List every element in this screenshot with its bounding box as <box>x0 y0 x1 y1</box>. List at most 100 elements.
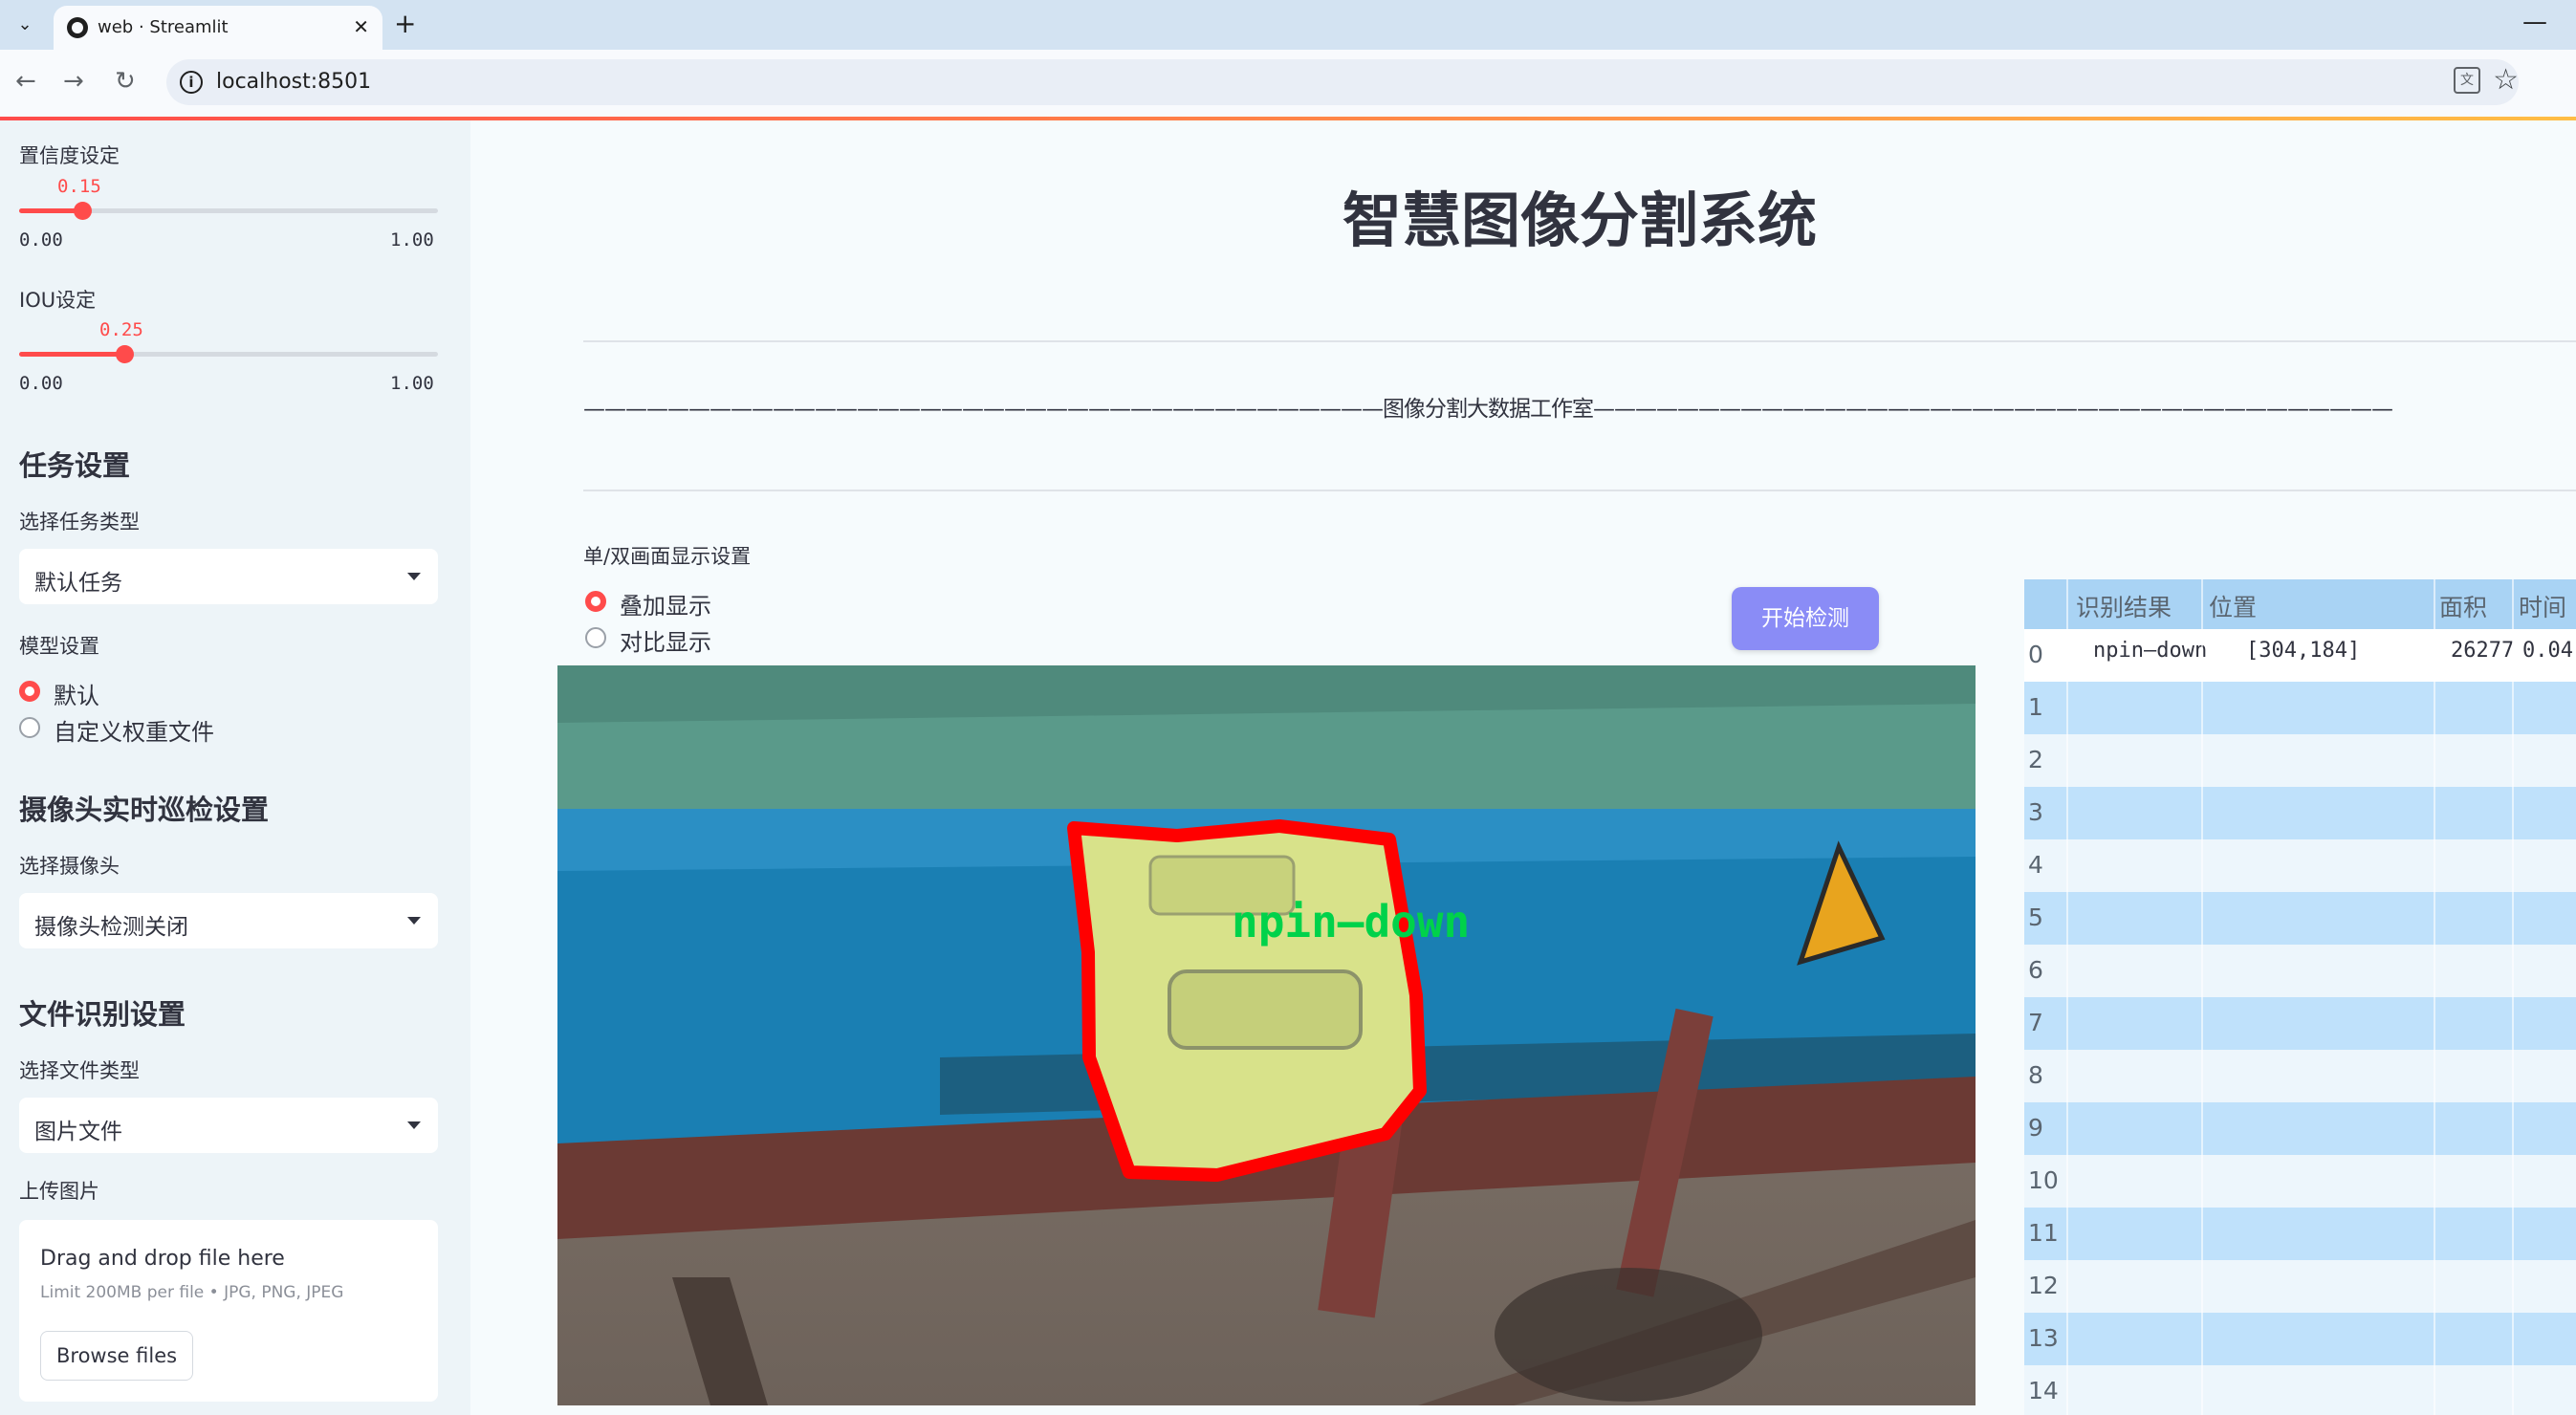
table-row[interactable]: 6 <box>2024 945 2576 997</box>
row-index: 5 <box>2028 903 2043 931</box>
row-index: 6 <box>2028 956 2043 984</box>
table-row[interactable]: 3 <box>2024 787 2576 839</box>
row-index: 1 <box>2028 693 2043 721</box>
model-settings-label: 模型设置 <box>19 635 99 658</box>
browser-toolbar: ← → ↻ i localhost:8501 文 ☆ <box>0 50 2576 117</box>
browser-tab-bar: ⌄ web · Streamlit ✕ + — <box>0 0 2576 50</box>
window-minimize-icon[interactable]: — <box>2522 8 2547 36</box>
row-index: 14 <box>2028 1377 2059 1404</box>
model-option-custom-label: 自定义权重文件 <box>54 719 214 746</box>
table-row[interactable]: 14 <box>2024 1365 2576 1415</box>
site-info-icon[interactable]: i <box>180 71 203 94</box>
iou-slider-thumb[interactable] <box>115 345 134 363</box>
column-separator <box>2066 579 2068 1415</box>
start-detect-button[interactable]: 开始检测 <box>1732 587 1879 650</box>
upload-image-label: 上传图片 <box>19 1180 99 1203</box>
radio-selected-icon[interactable] <box>585 591 606 612</box>
table-row[interactable]: 9 <box>2024 1102 2576 1155</box>
table-row[interactable]: 1 <box>2024 682 2576 734</box>
camera-select[interactable]: 摄像头检测关闭 <box>19 893 438 948</box>
file-settings-header: 文件识别设置 <box>19 998 186 1031</box>
table-row[interactable]: 10 <box>2024 1155 2576 1208</box>
confidence-slider-fill <box>19 208 82 213</box>
table-row[interactable]: 13 <box>2024 1313 2576 1365</box>
iou-value: 0.25 <box>99 319 143 340</box>
file-type-label: 选择文件类型 <box>19 1059 140 1082</box>
row-index: 4 <box>2028 851 2043 879</box>
radio-unselected-icon[interactable] <box>19 717 40 738</box>
table-row[interactable]: 2 <box>2024 734 2576 787</box>
browse-files-button[interactable]: Browse files <box>40 1331 194 1381</box>
confidence-label: 置信度设定 <box>19 144 120 167</box>
display-mode-compare-label: 对比显示 <box>620 629 711 656</box>
train-bogie-photo: npin—down <box>557 665 1976 1405</box>
confidence-slider-thumb[interactable] <box>73 202 92 220</box>
col-header-area[interactable]: 面积 <box>2439 589 2487 623</box>
row-index: 2 <box>2028 746 2043 773</box>
table-row[interactable]: 0 npin—down [304,184] 26277 0.04 <box>2024 629 2576 682</box>
model-option-default-label: 默认 <box>54 683 99 709</box>
dropzone-title: Drag and drop file here <box>40 1247 285 1271</box>
file-dropzone[interactable]: Drag and drop file here Limit 200MB per … <box>19 1220 438 1402</box>
table-row[interactable]: 12 <box>2024 1260 2576 1313</box>
table-header-row: 识别结果 位置 面积 时间 <box>2024 579 2576 629</box>
camera-select-value: 摄像头检测关闭 <box>34 915 188 940</box>
table-row[interactable]: 4 <box>2024 839 2576 892</box>
reload-icon[interactable]: ↻ <box>115 67 136 96</box>
row-index: 9 <box>2028 1114 2043 1142</box>
address-bar[interactable]: i localhost:8501 文 ☆ <box>166 59 2519 105</box>
row-index: 3 <box>2028 798 2043 826</box>
display-mode-overlay-label: 叠加显示 <box>620 593 711 620</box>
column-separator <box>2201 579 2203 1415</box>
table-row[interactable]: 11 <box>2024 1208 2576 1260</box>
chevron-down-icon <box>407 917 421 925</box>
tab-title: web · Streamlit <box>98 17 229 37</box>
table-row[interactable]: 7 <box>2024 997 2576 1050</box>
cell-position: [304,184] <box>2246 639 2361 663</box>
row-index: 8 <box>2028 1061 2043 1089</box>
table-row[interactable]: 5 <box>2024 892 2576 945</box>
table-row[interactable]: 8 <box>2024 1050 2576 1102</box>
results-table[interactable]: 识别结果 位置 面积 时间 0 npin—down [304,184] 26277 0.… <box>2024 579 2576 1415</box>
row-index: 7 <box>2028 1009 2043 1036</box>
bookmark-star-icon[interactable]: ☆ <box>2493 63 2519 97</box>
confidence-min: 0.00 <box>19 229 63 250</box>
col-header-result[interactable]: 识别结果 <box>2076 589 2172 623</box>
col-header-position[interactable]: 位置 <box>2209 589 2257 623</box>
task-settings-header: 任务设置 <box>19 449 131 482</box>
iou-label: IOU设定 <box>19 289 97 312</box>
tab-search-icon[interactable]: ⌄ <box>10 10 40 40</box>
back-arrow-icon[interactable]: ← <box>15 67 36 96</box>
task-type-value: 默认任务 <box>34 571 122 596</box>
camera-select-label: 选择摄像头 <box>19 855 120 878</box>
page-title: 智慧图像分割系统 <box>1342 185 1817 255</box>
cell-area: 26277 <box>2451 639 2515 663</box>
divider-top <box>583 340 2576 342</box>
tab-close-icon[interactable]: ✕ <box>353 15 369 38</box>
translate-icon[interactable]: 文 <box>2454 67 2480 94</box>
iou-slider[interactable] <box>19 345 438 363</box>
dropzone-limit-text: Limit 200MB per file • JPG, PNG, JPEG <box>40 1283 344 1302</box>
file-type-select[interactable]: 图片文件 <box>19 1098 438 1153</box>
chevron-down-icon <box>407 1121 421 1129</box>
cell-result: npin—down <box>2093 639 2208 663</box>
confidence-max: 1.00 <box>390 229 434 250</box>
browser-tab[interactable]: web · Streamlit ✕ <box>54 6 382 50</box>
row-index: 12 <box>2028 1272 2059 1299</box>
col-header-time[interactable]: 时间 <box>2519 589 2566 623</box>
column-separator <box>2512 579 2514 1415</box>
camera-settings-header: 摄像头实时巡检设置 <box>19 794 270 826</box>
new-tab-icon[interactable]: + <box>394 8 416 39</box>
url-text[interactable]: localhost:8501 <box>216 70 371 94</box>
streamlit-favicon-icon <box>67 17 88 38</box>
forward-arrow-icon[interactable]: → <box>63 67 84 96</box>
cell-time: 0.04 <box>2522 639 2573 663</box>
confidence-slider[interactable] <box>19 202 438 220</box>
radio-unselected-icon[interactable] <box>585 627 606 648</box>
row-index: 10 <box>2028 1166 2059 1194</box>
iou-max: 1.00 <box>390 373 434 394</box>
task-type-select[interactable]: 默认任务 <box>19 549 438 604</box>
radio-selected-icon[interactable] <box>19 681 40 702</box>
chevron-down-icon <box>407 573 421 580</box>
row-index: 0 <box>2028 641 2043 668</box>
